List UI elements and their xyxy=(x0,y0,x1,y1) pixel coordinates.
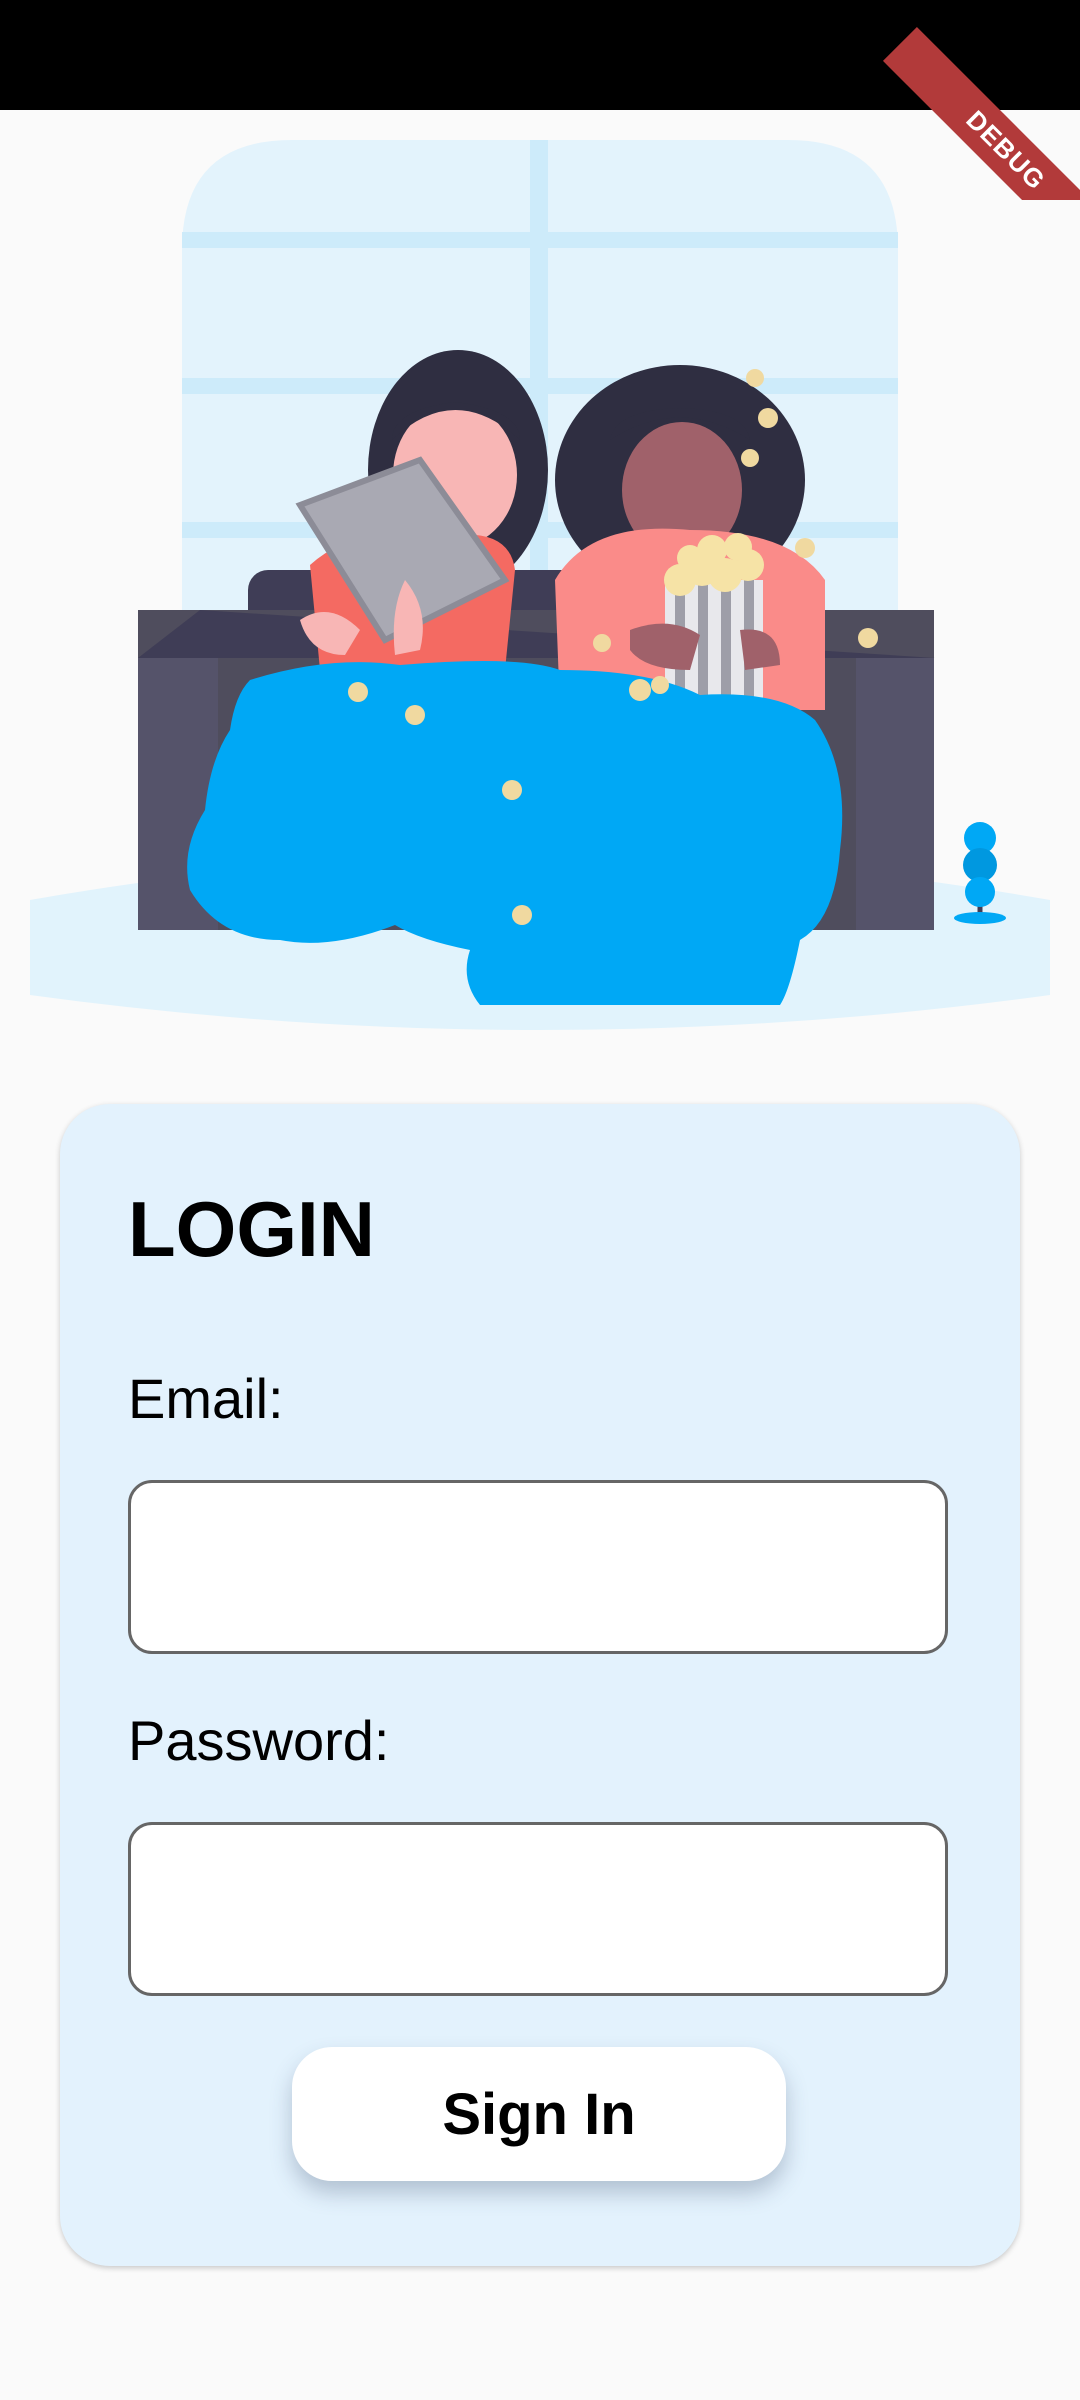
login-card: LOGIN Email: Password: Sign In xyxy=(60,1104,1020,2266)
debug-banner-label: DEBUG xyxy=(882,26,1080,200)
debug-banner: DEBUG xyxy=(880,0,1080,200)
password-input[interactable] xyxy=(128,1822,948,1996)
login-title: LOGIN xyxy=(128,1185,375,1273)
sign-in-button[interactable]: Sign In xyxy=(292,2047,786,2181)
email-input[interactable] xyxy=(128,1480,948,1654)
couch-illustration xyxy=(30,140,1050,1030)
password-label: Password: xyxy=(128,1709,390,1772)
email-label: Email: xyxy=(128,1367,284,1430)
